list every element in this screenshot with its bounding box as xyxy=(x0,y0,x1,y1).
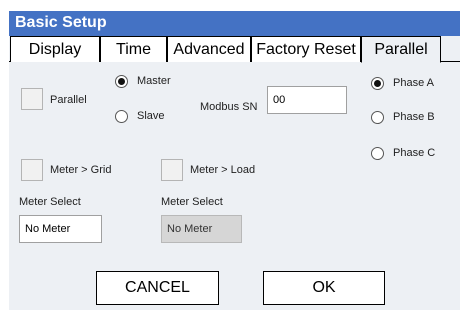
phase-b-radio[interactable] xyxy=(371,111,384,124)
window-title: Basic Setup xyxy=(15,14,107,31)
meter-select-2: No Meter xyxy=(161,215,242,243)
slave-radio-label: Slave xyxy=(137,110,165,122)
modbus-sn-label: Modbus SN xyxy=(200,101,258,113)
ok-button[interactable]: OK xyxy=(263,271,385,305)
tab-advanced[interactable]: Advanced xyxy=(167,36,251,62)
cancel-button[interactable]: CANCEL xyxy=(96,271,219,305)
master-radio-label: Master xyxy=(137,75,171,87)
basic-setup-window: Basic Setup Display Time Advanced Factor… xyxy=(9,11,460,310)
meter-grid-label: Meter > Grid xyxy=(50,164,112,176)
meter-select-label-2: Meter Select xyxy=(161,196,223,208)
phase-c-label: Phase C xyxy=(393,147,436,159)
meter-load-label: Meter > Load xyxy=(190,164,256,176)
meter-load-checkbox[interactable] xyxy=(161,159,183,181)
phase-a-radio[interactable] xyxy=(371,77,384,90)
parallel-checkbox[interactable] xyxy=(21,88,43,110)
tab-time[interactable]: Time xyxy=(100,36,167,62)
modbus-sn-input[interactable]: 00 xyxy=(267,86,347,114)
meter-select-label-1: Meter Select xyxy=(19,196,81,208)
tab-display[interactable]: Display xyxy=(10,36,100,62)
tab-factory-reset[interactable]: Factory Reset xyxy=(251,36,361,62)
meter-grid-checkbox[interactable] xyxy=(21,159,43,181)
meter-select-1[interactable]: No Meter xyxy=(19,215,102,243)
parallel-label: Parallel xyxy=(50,94,87,106)
phase-b-label: Phase B xyxy=(393,111,435,123)
tab-bar: Display Time Advanced Factory Reset Para… xyxy=(9,36,460,63)
phase-a-label: Phase A xyxy=(393,77,434,89)
slave-radio[interactable] xyxy=(115,110,128,123)
tab-parallel[interactable]: Parallel xyxy=(361,36,441,63)
title-bar: Basic Setup xyxy=(9,11,460,36)
master-radio[interactable] xyxy=(115,75,128,88)
phase-c-radio[interactable] xyxy=(371,147,384,160)
